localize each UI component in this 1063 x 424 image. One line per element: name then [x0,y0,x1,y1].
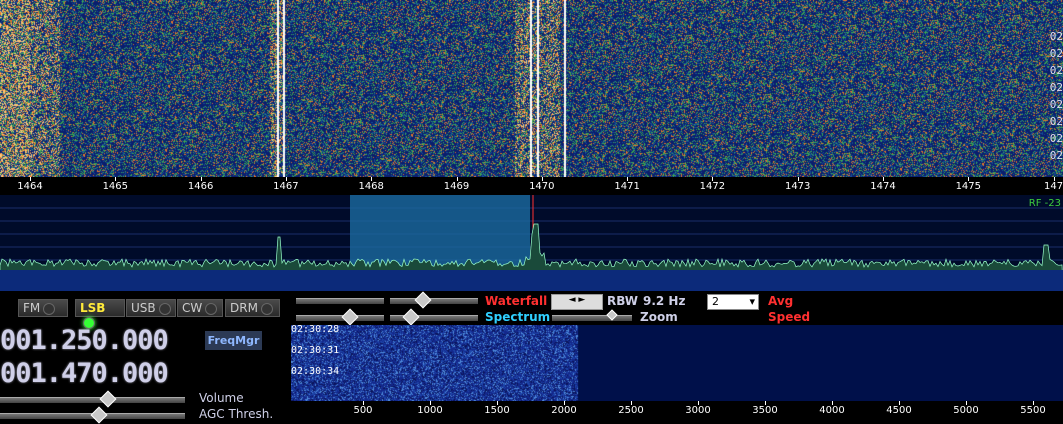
waterfall-time-label: 02 [1049,81,1063,94]
waterfall-time-label: 02 [1049,64,1063,77]
axis-tick-label: 1466 [187,181,214,192]
audio-waterfall-time: 02:30:31 [291,345,340,356]
spectrum-level-slider[interactable] [296,315,384,321]
audio-axis-tick-label: 500 [353,405,373,416]
axis-tick-label: 1465 [102,181,129,192]
spectrum-label: Spectrum [485,310,551,324]
waterfall-time-labels: 02 02 02 02 02 02 02 02 [1045,30,1063,170]
audio-axis-tick-label: 5000 [953,405,979,416]
mode-button-cw[interactable]: CW [177,299,223,317]
axis-tick-label: 1464 [17,181,43,192]
frequency-axis[interactable]: 1464 1465 1466 1467 1468 1469 1470 1471 1472 1473… [0,177,1063,195]
spectrum-floor [0,270,1063,291]
waterfall-time-label: 02 [1049,149,1063,162]
waterfall-time-label: 02 [1049,132,1063,145]
rf-level-label: RF -23 [1028,198,1061,209]
axis-tick-label: 1474 [870,181,896,192]
rbw-label: RBW [607,294,638,308]
waterfall-time-label: 02 [1049,30,1063,43]
axis-tick-label: 1469 [443,181,470,192]
waterfall-time-label: 02 [1049,47,1063,60]
audio-axis-tick-label: 3000 [685,405,711,416]
mode-button-label: USB [131,301,156,315]
volume-label: Volume [199,391,244,405]
audio-waterfall-time: 02:30:28 [291,324,340,335]
waterfall-contrast-slider[interactable] [390,298,478,304]
axis-tick-label: 1475 [955,181,982,192]
mode-button-label: CW [182,301,203,315]
axis-tick-label: 1473 [784,181,811,192]
rbw-value: 9.2 Hz [643,294,686,308]
audio-waterfall[interactable] [291,325,1063,401]
waterfall-speed-arrows[interactable]: ◄ ► [551,294,603,310]
freqmgr-button[interactable]: FreqMgr [205,331,262,350]
audio-axis-tick-label: 4000 [819,405,845,416]
mode-button-drm[interactable]: DRM [225,299,280,317]
mode-button-label: DRM [230,301,258,315]
audio-axis-tick-label: 2500 [618,405,644,416]
rf-waterfall[interactable] [0,0,1063,177]
mode-led-icon [158,302,171,315]
vfo-a-frequency[interactable]: 001.250.000 [0,325,169,356]
audio-axis-tick-label: 5500 [1020,405,1046,416]
waterfall-label: Waterfall [485,294,548,308]
axis-tick-label: 1468 [358,181,384,192]
passband-highlight [350,195,530,270]
audio-waterfall-canvas[interactable] [291,325,1063,401]
zoom-slider[interactable] [552,315,632,321]
mode-button-label: LSB [80,301,106,315]
waterfall-level-slider[interactable] [296,298,384,304]
audio-axis-tick-label: 4500 [886,405,912,416]
rf-spectrum[interactable] [0,195,1063,292]
axis-tick-label: 1467 [273,181,299,192]
mode-led-icon [260,302,273,315]
vfo-b-frequency[interactable]: 001.470.000 [0,358,169,389]
speed-label: Speed [768,310,811,324]
zoom-label: Zoom [640,310,678,324]
mode-button-usb[interactable]: USB [126,299,176,317]
rf-waterfall-canvas[interactable] [0,0,1063,177]
avg-dropdown-value: 2 [712,295,719,308]
mode-button-label: FM [23,301,41,315]
chevron-down-icon: ▾ [749,295,755,308]
axis-tick-label: 147 [1044,181,1063,192]
avg-dropdown[interactable]: 2 ▾ [707,294,759,310]
axis-tick-label: 1471 [614,181,640,192]
spectrum-plot[interactable] [0,195,1063,292]
mode-button-fm[interactable]: FM [18,299,68,317]
mode-led-icon [43,302,56,315]
audio-axis-tick-label: 3500 [752,405,778,416]
axis-tick-label: 1472 [699,181,726,192]
volume-slider[interactable] [0,397,185,403]
mode-led-icon [205,302,218,315]
mode-button-lsb[interactable]: LSB [75,299,125,329]
axis-tick-label: 1470 [529,181,555,192]
audio-waterfall-time: 02:30:34 [291,366,340,377]
waterfall-time-label: 02 [1049,98,1063,111]
waterfall-time-label: 02 [1049,115,1063,128]
avg-label: Avg [768,294,794,308]
audio-axis-tick-label: 2000 [551,405,577,416]
audio-axis-tick-label: 1500 [484,405,510,416]
audio-frequency-axis[interactable]: 500 1000 1500 2000 2500 3000 3500 4000 4500 5000 5… [291,401,1063,419]
audio-axis-tick-label: 1000 [417,405,443,416]
